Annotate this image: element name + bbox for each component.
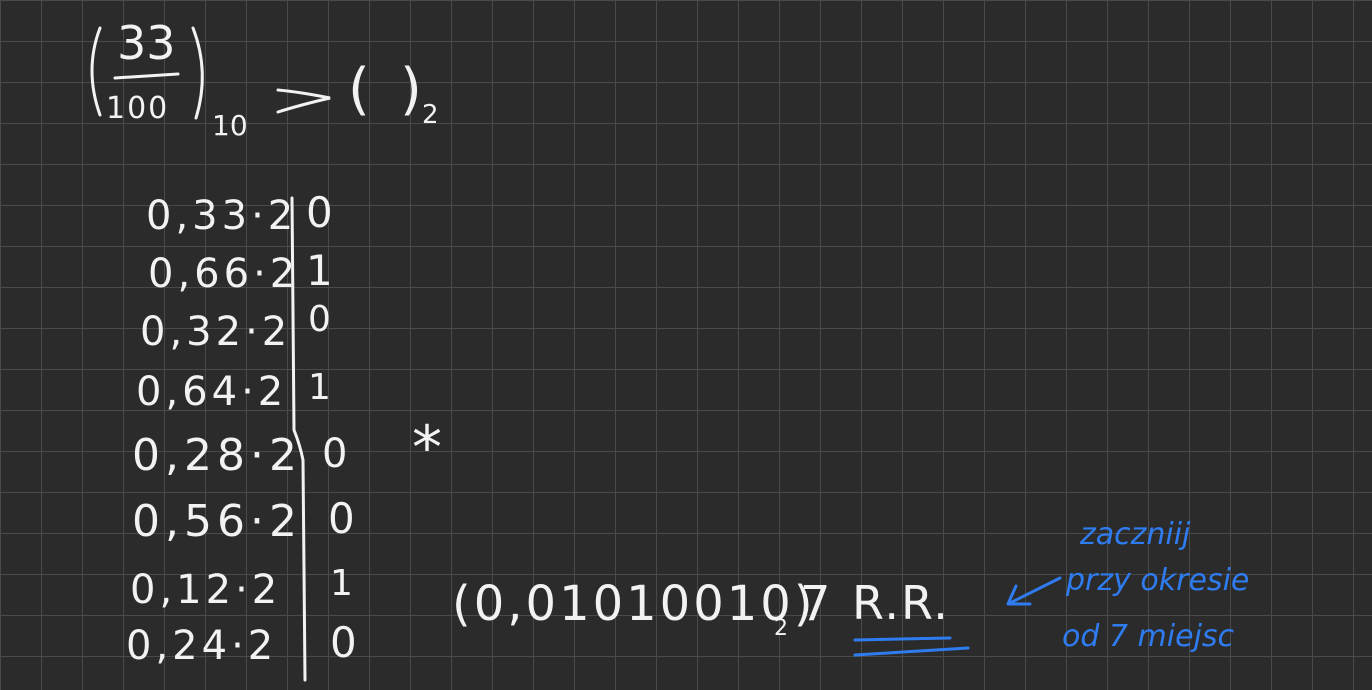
row-expr-8: 0,24·2 xyxy=(126,623,278,669)
note-line-2: przy okresie xyxy=(1066,563,1250,598)
note-line-1: zaczniij xyxy=(1080,517,1191,552)
row-bit-1: 0 xyxy=(306,188,333,237)
row-expr-2: 0,66·2 xyxy=(148,251,300,297)
row-expr-7: 0,12·2 xyxy=(130,567,282,613)
header-denominator: 100 xyxy=(106,91,170,126)
fraction-bar xyxy=(113,72,180,80)
header-open-paren: ( xyxy=(348,57,370,122)
row-bit-2: 1 xyxy=(306,246,333,295)
row-bit-3: 0 xyxy=(308,299,331,340)
header-base-to: 2 xyxy=(422,100,439,130)
row-expr-4: 0,64·2 xyxy=(136,369,288,415)
notebook-canvas: 33 100 10 ( ) 2 0,33·2 0 0,66·2 1 0,32·2… xyxy=(0,0,1372,690)
row-bit-7: 1 xyxy=(330,563,353,604)
result-base: 2 xyxy=(774,616,788,641)
row-bit-8: 0 xyxy=(330,618,357,667)
row-bit-5: 0 xyxy=(322,431,348,477)
row-bit-4: 1 xyxy=(308,367,331,408)
rr-underline-1 xyxy=(853,636,952,642)
result-rr: R.R. xyxy=(852,576,950,630)
row-expr-1: 0,33·2 xyxy=(146,193,298,239)
header-base-from: 10 xyxy=(212,109,248,142)
header-close-paren: ) xyxy=(400,57,422,122)
header-right-bracket xyxy=(191,26,204,120)
row-expr-5: 0,28·2 xyxy=(132,430,302,481)
rr-underline-2 xyxy=(853,646,970,657)
result-value: (0,01010010) xyxy=(452,576,816,632)
arrow-stroke xyxy=(276,88,331,114)
header-left-bracket xyxy=(90,26,102,117)
row-expr-6: 0,56·2 xyxy=(132,496,302,547)
row-expr-3: 0,32·2 xyxy=(140,309,292,355)
header-numerator: 33 xyxy=(117,16,176,70)
result-approx: 7 xyxy=(800,576,831,632)
row-bit-6: 0 xyxy=(328,494,355,543)
star-marker: * xyxy=(412,413,442,483)
note-line-3: od 7 miejsc xyxy=(1062,619,1235,654)
note-arrow xyxy=(1006,576,1062,606)
